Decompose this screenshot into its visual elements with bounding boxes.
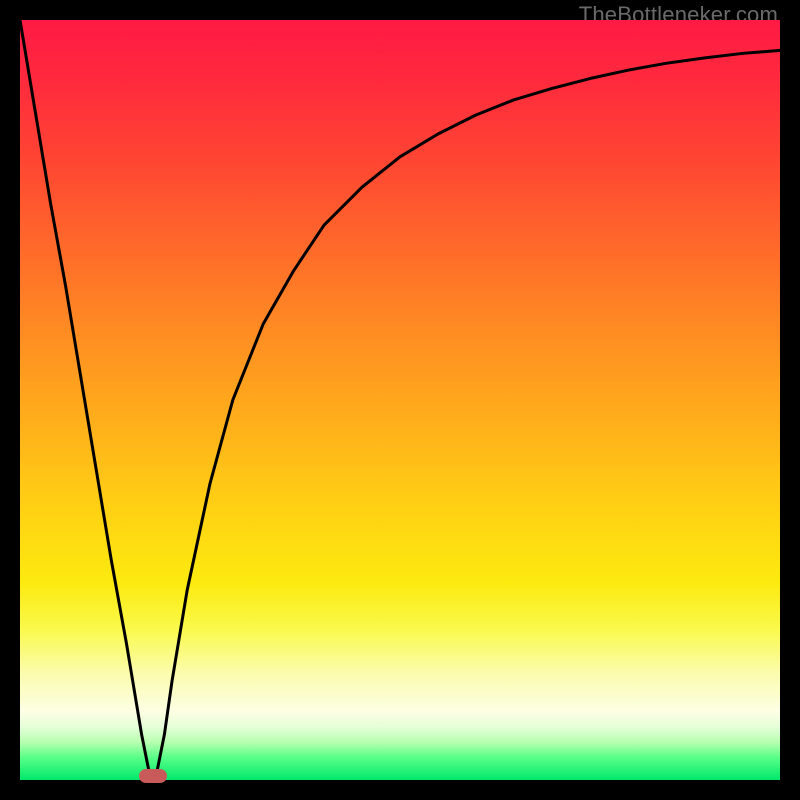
- plot-area: [20, 20, 780, 780]
- chart-frame: TheBottleneker.com: [0, 0, 800, 800]
- bottleneck-curve: [20, 20, 780, 780]
- optimum-marker: [139, 769, 167, 783]
